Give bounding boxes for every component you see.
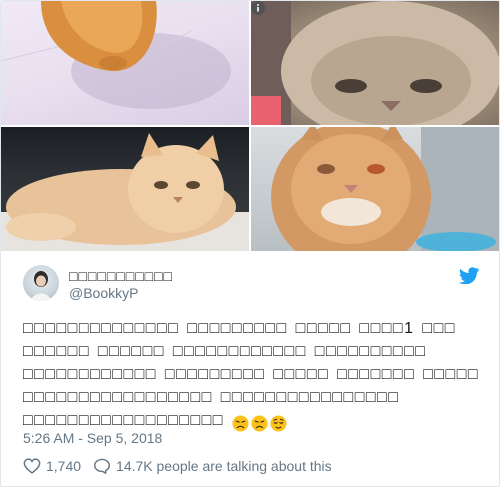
talking-about-link[interactable]: 14.7K people are talking about this: [116, 458, 332, 474]
relieved-face-icon: [270, 415, 287, 432]
disappointed-face-icon: [232, 415, 249, 432]
emoji-row: [232, 412, 289, 435]
avatar[interactable]: [23, 265, 59, 301]
speech-bubble-icon[interactable]: [93, 458, 111, 474]
twitter-bird-icon[interactable]: [459, 267, 479, 284]
disappointed-face-icon: [251, 415, 268, 432]
cat-photo-2[interactable]: [251, 1, 499, 125]
cat-photo-3[interactable]: [1, 127, 249, 251]
tweet-actions: 1,740 14.7K people are talking about thi…: [23, 457, 332, 475]
cat-photo-1[interactable]: [1, 1, 249, 125]
author-display-name[interactable]: □□□□□□□□□□□: [69, 268, 173, 284]
heart-icon[interactable]: [23, 458, 41, 474]
info-icon[interactable]: [251, 1, 265, 15]
cat-photo-4[interactable]: [251, 127, 499, 251]
embedded-tweet-card: □□□□□□□□□□□ @BookkyP □□□□□□□□□□□□□□ □□□□…: [0, 0, 500, 487]
photo-grid: [1, 1, 499, 251]
tweet-text: □□□□□□□□□□□□□□ □□□□□□□□□ □□□□□ □□□□1 □□□…: [23, 317, 485, 435]
author-handle[interactable]: @BookkyP: [69, 285, 138, 301]
tweet-timestamp[interactable]: 5:26 AM - Sep 5, 2018: [23, 430, 162, 446]
like-count[interactable]: 1,740: [46, 458, 81, 474]
